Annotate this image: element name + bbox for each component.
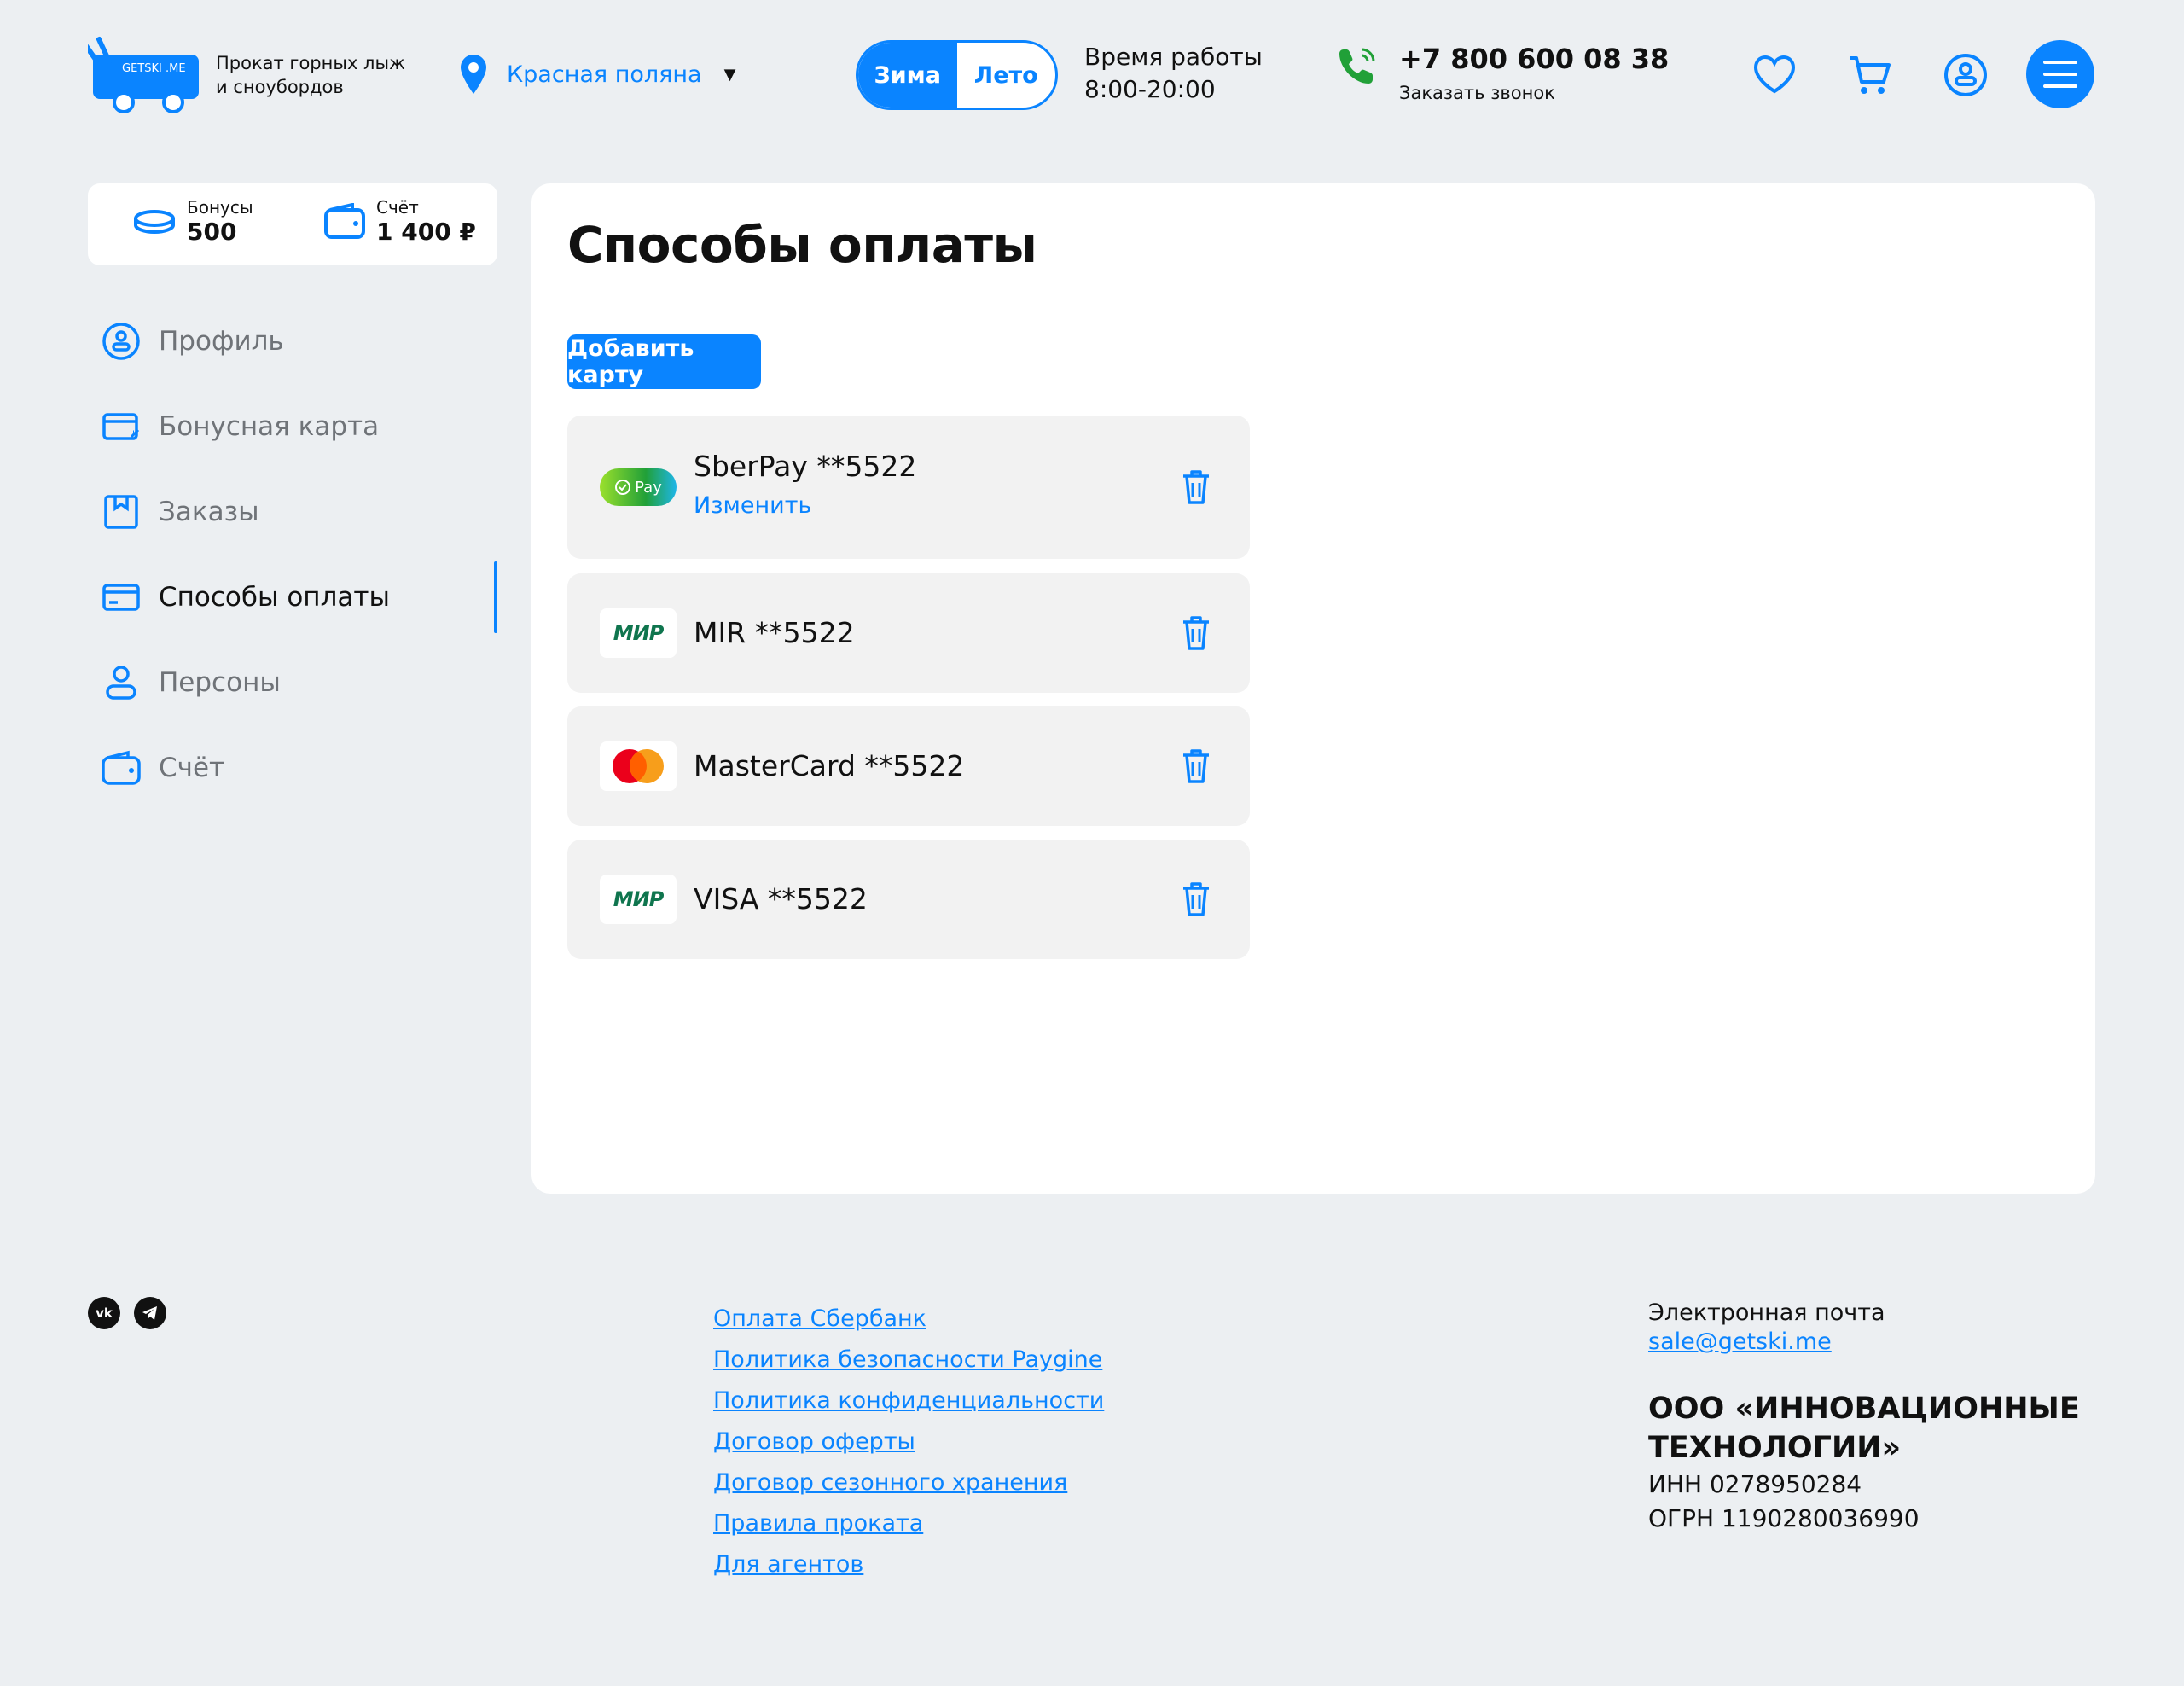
trash-icon[interactable] bbox=[1180, 747, 1212, 785]
sidebar-item-label: Счёт bbox=[159, 753, 225, 783]
footer-link-storage[interactable]: Договор сезонного хранения bbox=[713, 1462, 1104, 1503]
ogrn: ОГРН 1190280036990 bbox=[1648, 1504, 1920, 1532]
trash-icon[interactable] bbox=[1180, 881, 1212, 918]
sidebar-item-account[interactable]: Счёт bbox=[88, 725, 497, 811]
season-winter-button[interactable]: Зима bbox=[858, 43, 957, 108]
city-selector[interactable]: Красная поляна ▼ bbox=[459, 51, 735, 97]
payment-method-item: MasterCard **5522 bbox=[567, 706, 1250, 826]
season-summer-button[interactable]: Лето bbox=[957, 43, 1056, 108]
sberpay-logo: Pay bbox=[600, 462, 677, 512]
footer-link-rental-rules[interactable]: Правила проката bbox=[713, 1503, 1104, 1544]
inn: ИНН 0278950284 bbox=[1648, 1470, 1862, 1498]
vk-icon[interactable]: vk bbox=[88, 1297, 120, 1329]
sidebar-item-orders[interactable]: Заказы bbox=[88, 469, 497, 555]
person-icon bbox=[101, 662, 142, 703]
bonus-card-icon bbox=[101, 406, 142, 447]
logo-text: GETSKI .ME bbox=[122, 62, 186, 75]
city-name: Красная поляна bbox=[507, 61, 702, 88]
sidebar-item-payment-methods[interactable]: Способы оплаты bbox=[88, 555, 497, 640]
phone-number[interactable]: +7 800 600 08 38 bbox=[1399, 43, 1669, 75]
account-value: 1 400 ₽ bbox=[376, 218, 476, 246]
callback-link[interactable]: Заказать звонок bbox=[1399, 83, 1555, 103]
payment-method-item: Pay SberPay **5522 Изменить bbox=[567, 416, 1250, 559]
profile-icon bbox=[101, 321, 142, 362]
sidebar-item-bonus-card[interactable]: Бонусная карта bbox=[88, 384, 497, 469]
menu-burger-icon[interactable] bbox=[2026, 40, 2094, 108]
trash-icon[interactable] bbox=[1180, 468, 1212, 506]
page-title: Способы оплаты bbox=[567, 216, 1037, 274]
bonus-value: 500 bbox=[187, 218, 237, 246]
bonus-summary[interactable]: Бонусы 500 bbox=[132, 197, 253, 247]
account-icon[interactable] bbox=[1942, 51, 1989, 99]
payment-methods-card: Способы оплаты Добавить карту Pay SberPa… bbox=[531, 183, 2095, 1194]
social-links: vk bbox=[88, 1297, 166, 1329]
sidebar-item-label: Персоны bbox=[159, 667, 281, 698]
check-circle-icon bbox=[615, 480, 631, 495]
sidebar-item-label: Способы оплаты bbox=[159, 582, 390, 613]
season-toggle[interactable]: Зима Лето bbox=[856, 40, 1058, 110]
chevron-down-icon: ▼ bbox=[723, 65, 736, 84]
wallet-icon bbox=[101, 747, 142, 788]
payment-method-item: МИР VISA **5522 bbox=[567, 840, 1250, 959]
account-label: Счёт bbox=[376, 197, 419, 218]
footer-link-agents[interactable]: Для агентов bbox=[713, 1544, 1104, 1585]
phone-icon bbox=[1339, 48, 1375, 84]
footer-links: Оплата Сбербанк Политика безопасности Pa… bbox=[713, 1299, 1104, 1585]
wallet-summary: Бонусы 500 Счёт 1 400 ₽ bbox=[88, 183, 497, 265]
sidebar-item-profile[interactable]: Профиль bbox=[88, 299, 497, 384]
mir-logo-text: МИР bbox=[613, 887, 665, 911]
add-card-button[interactable]: Добавить карту bbox=[567, 334, 761, 389]
favorites-heart-icon[interactable] bbox=[1751, 51, 1798, 99]
sidebar-item-label: Заказы bbox=[159, 497, 259, 527]
mir-logo: МИР bbox=[600, 875, 677, 924]
email-link[interactable]: sale@getski.me bbox=[1648, 1328, 2092, 1357]
bonus-label: Бонусы bbox=[187, 197, 253, 218]
payment-card-icon bbox=[101, 577, 142, 618]
sidebar-item-label: Бонусная карта bbox=[159, 411, 380, 442]
sidebar-item-persons[interactable]: Персоны bbox=[88, 640, 497, 725]
trash-icon[interactable] bbox=[1180, 614, 1212, 652]
edit-link[interactable]: Изменить bbox=[694, 492, 811, 519]
tagline: Прокат горных лыж и сноубордов bbox=[216, 51, 421, 99]
mir-logo-text: МИР bbox=[613, 621, 665, 645]
footer-contacts: Электронная почта sale@getski.me ООО «ИН… bbox=[1648, 1299, 2092, 1536]
hours-value: 8:00-20:00 bbox=[1084, 75, 1216, 103]
footer-link-paygine-security[interactable]: Политика безопасности Paygine bbox=[713, 1340, 1104, 1381]
footer-link-sberbank-payment[interactable]: Оплата Сбербанк bbox=[713, 1299, 1104, 1340]
mir-logo: МИР bbox=[600, 608, 677, 658]
location-pin-icon bbox=[461, 55, 486, 94]
payment-method-name: SberPay **5522 bbox=[694, 450, 917, 483]
payment-method-name: VISA **5522 bbox=[694, 882, 868, 916]
tagline-line-2: и сноубордов bbox=[216, 77, 344, 97]
account-summary[interactable]: Счёт 1 400 ₽ bbox=[323, 197, 476, 247]
payment-method-item: МИР MIR **5522 bbox=[567, 573, 1250, 693]
tagline-line-1: Прокат горных лыж bbox=[216, 53, 405, 73]
payment-method-name: MasterCard **5522 bbox=[694, 749, 965, 782]
hours-label: Время работы bbox=[1084, 43, 1263, 71]
sberpay-logo-text: Pay bbox=[635, 478, 662, 497]
cart-icon[interactable] bbox=[1846, 51, 1894, 99]
mastercard-logo bbox=[600, 741, 677, 791]
logo[interactable]: GETSKI .ME bbox=[81, 36, 200, 114]
sidebar-nav: Профиль Бонусная карта Заказы Способы оп… bbox=[88, 299, 497, 811]
working-hours: Время работы 8:00-20:00 bbox=[1084, 41, 1263, 106]
footer-link-privacy[interactable]: Политика конфиденциальности bbox=[713, 1381, 1104, 1421]
footer-link-offer[interactable]: Договор оферты bbox=[713, 1421, 1104, 1462]
orders-icon bbox=[101, 491, 142, 532]
email-label: Электронная почта bbox=[1648, 1299, 1885, 1326]
organization-name: ООО «ИННОВАЦИОННЫЕ ТЕХНОЛОГИИ» bbox=[1648, 1392, 2080, 1465]
coins-icon bbox=[134, 210, 175, 235]
telegram-icon[interactable] bbox=[134, 1297, 166, 1329]
sidebar-item-label: Профиль bbox=[159, 326, 284, 357]
wallet-icon bbox=[324, 203, 365, 239]
payment-method-name: MIR **5522 bbox=[694, 616, 855, 649]
